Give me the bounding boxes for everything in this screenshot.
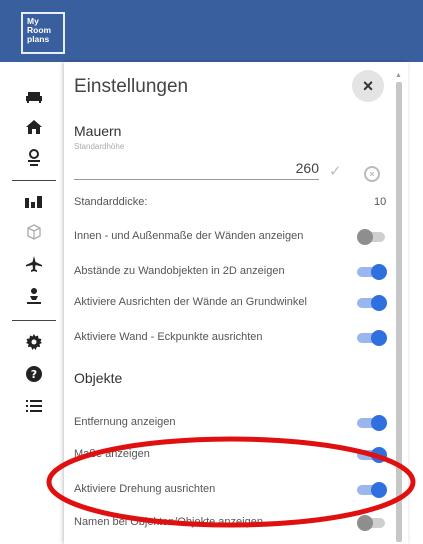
clear-icon[interactable]: ×: [364, 166, 380, 182]
app-logo[interactable]: My Room plans: [21, 12, 65, 54]
top-bar: My Room plans: [0, 0, 423, 62]
person-compass-icon[interactable]: [24, 286, 44, 306]
check-icon[interactable]: ✓: [329, 162, 342, 180]
help-icon[interactable]: ?: [24, 364, 44, 384]
wall-height-label: Standardhöhe: [74, 142, 125, 151]
red-ellipse-annotation: [46, 436, 416, 528]
objects-section-title: Objekte: [74, 370, 123, 386]
toggle-show-distance[interactable]: [357, 415, 387, 431]
sofa-icon[interactable]: [24, 86, 44, 106]
logo-line-3: plans: [27, 34, 50, 44]
toggle-wall-angle-snap[interactable]: [357, 295, 387, 311]
plane-icon[interactable]: [24, 254, 44, 274]
scroll-up-icon[interactable]: ▲: [395, 72, 402, 79]
person-pin-icon[interactable]: [24, 148, 44, 168]
toggle-inner-outer-dimensions[interactable]: [357, 229, 385, 245]
toggle-wall-object-distances[interactable]: [357, 264, 387, 280]
home-icon[interactable]: [24, 117, 44, 137]
cube-icon[interactable]: [24, 222, 44, 242]
wall-height-input[interactable]: 260: [74, 160, 319, 176]
setting-label: Aktiviere Ausrichten der Wände an Grundw…: [74, 296, 307, 308]
close-button[interactable]: ×: [352, 70, 384, 102]
setting-label: Aktiviere Wand - Eckpunkte ausrichten: [74, 331, 263, 343]
wall-thickness-value[interactable]: 10: [374, 196, 386, 208]
walls-section-title: Mauern: [74, 123, 122, 139]
walls-icon[interactable]: [24, 192, 44, 212]
setting-label: Entfernung anzeigen: [74, 416, 176, 428]
gear-icon[interactable]: [24, 332, 44, 352]
setting-label: Innen - und Außenmaße der Wänden anzeige…: [74, 230, 304, 242]
panel-title: Einstellungen: [74, 76, 189, 97]
sidebar-divider: [12, 320, 56, 321]
wall-height-underline: [74, 179, 319, 180]
svg-text:?: ?: [31, 368, 37, 381]
wall-thickness-label: Standarddicke:: [74, 196, 148, 208]
list-icon[interactable]: [24, 396, 44, 416]
toggle-wall-corner-snap[interactable]: [357, 330, 387, 346]
setting-label: Abstände zu Wandobjekten in 2D anzeigen: [74, 265, 285, 277]
sidebar-divider: [12, 180, 56, 181]
